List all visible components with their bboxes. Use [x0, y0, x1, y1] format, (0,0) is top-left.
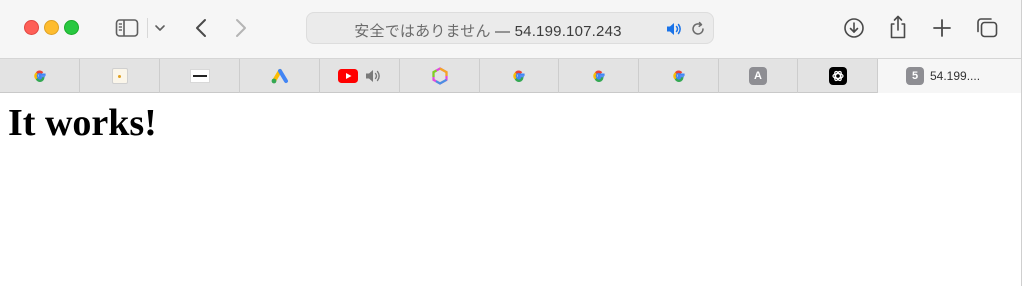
dot-favicon-icon — [111, 68, 128, 84]
tab-hexagon-site[interactable] — [400, 59, 480, 93]
address-separator: — — [495, 23, 511, 40]
back-button[interactable] — [188, 14, 214, 42]
hexagon-logo-icon — [431, 67, 448, 85]
zoom-window-button[interactable] — [64, 20, 79, 35]
tab-group-dropdown-button[interactable] — [150, 17, 170, 39]
tab-overview-button[interactable] — [972, 14, 1002, 42]
download-icon — [844, 18, 864, 38]
url-host: 54.199.107.243 — [514, 23, 622, 40]
tab-openai[interactable] — [798, 59, 878, 93]
tab-google-1[interactable] — [0, 59, 80, 93]
downloads-button[interactable] — [840, 14, 868, 42]
plus-icon — [933, 19, 951, 37]
speaker-icon[interactable] — [364, 68, 382, 84]
page-heading: It works! — [8, 102, 157, 144]
share-button[interactable] — [884, 12, 912, 42]
speaker-icon — [667, 23, 681, 35]
browser-toolbar: 安全ではありません — 54.199.107.243 — [0, 0, 1021, 58]
browser-window: 安全ではありません — 54.199.107.243 A 5 54.199...… — [0, 0, 1022, 286]
chevron-right-icon — [236, 19, 246, 37]
tab-google-ads[interactable] — [240, 59, 320, 93]
security-warning-text: 安全ではありません — [354, 23, 491, 40]
site-logo-icon — [189, 69, 210, 83]
openai-icon — [828, 67, 847, 85]
toolbar-divider — [147, 18, 148, 38]
tab-letter-a[interactable]: A — [719, 59, 798, 93]
page-content: It works! — [0, 93, 1021, 286]
share-icon — [890, 15, 906, 39]
tab-overview-icon — [977, 18, 998, 38]
address-bar[interactable]: 安全ではありません — 54.199.107.243 — [306, 12, 714, 44]
new-tab-button[interactable] — [928, 14, 956, 42]
sidebar-icon — [115, 19, 139, 37]
reload-icon — [692, 21, 704, 35]
number-five-icon: 5 — [906, 67, 924, 85]
google-icon — [513, 70, 525, 82]
audio-playing-button[interactable] — [665, 21, 683, 37]
address-text: 安全ではありません — 54.199.107.243 — [307, 20, 669, 41]
google-icon — [592, 70, 605, 82]
chevron-left-icon — [196, 19, 206, 37]
google-icon — [672, 70, 685, 82]
reload-button[interactable] — [690, 21, 706, 37]
forward-button[interactable] — [228, 14, 254, 42]
tab-google-2[interactable] — [480, 59, 559, 93]
google-icon — [33, 70, 46, 82]
tab-google-4[interactable] — [639, 59, 719, 93]
minimize-window-button[interactable] — [44, 20, 59, 35]
letter-a-icon: A — [749, 67, 767, 85]
sidebar-toggle-button[interactable] — [112, 15, 142, 41]
tab-site-2[interactable] — [80, 59, 160, 93]
tab-youtube[interactable] — [320, 59, 400, 93]
close-window-button[interactable] — [24, 20, 39, 35]
tab-bar: A 5 54.199.... — [0, 58, 1021, 93]
tab-site-3[interactable] — [160, 59, 240, 93]
chevron-down-icon — [155, 25, 165, 31]
tab-google-3[interactable] — [559, 59, 639, 93]
tab-title: 54.199.... — [930, 69, 981, 83]
google-ads-icon — [271, 69, 288, 84]
youtube-icon — [337, 69, 358, 83]
tab-active-54-199[interactable]: 5 54.199.... — [878, 59, 1021, 93]
